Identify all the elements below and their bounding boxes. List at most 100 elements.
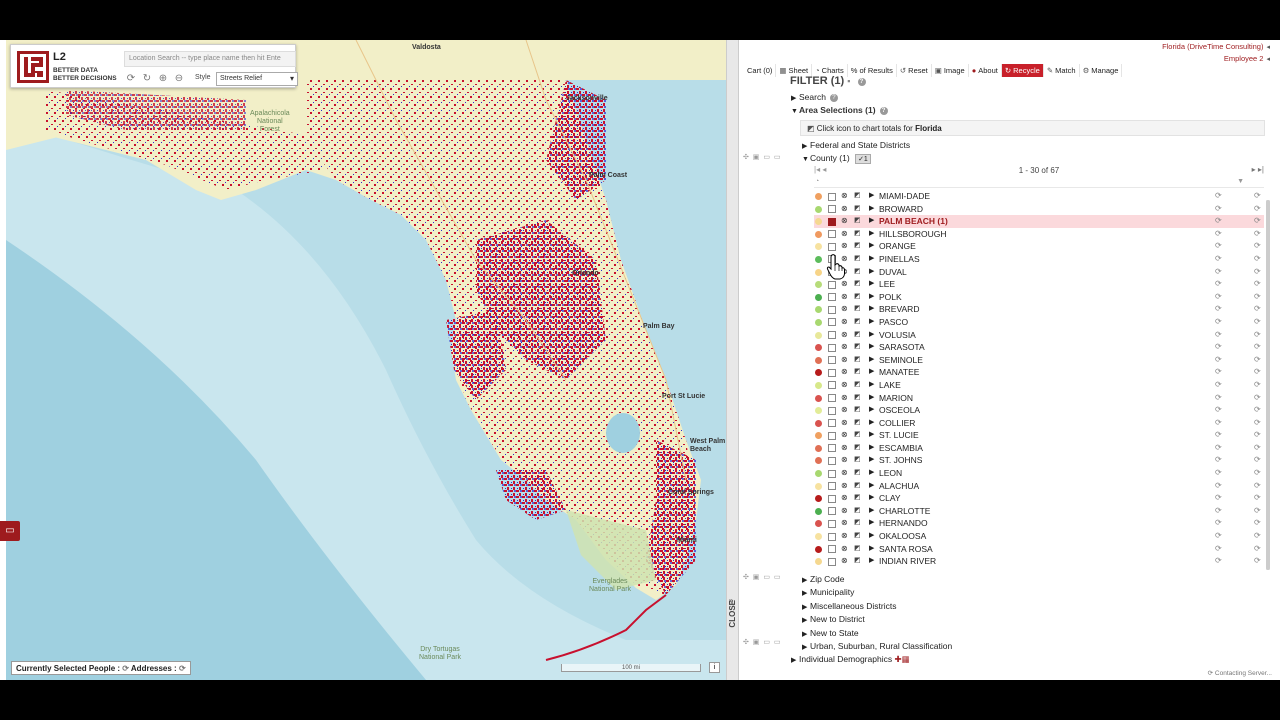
area-selections-toggle[interactable]: ▼Area Selections (1)? (791, 105, 888, 115)
filter-section-toggle[interactable]: ▶ Miscellaneous Districts (802, 601, 896, 611)
chart-icon[interactable]: ◩ (854, 190, 861, 203)
filter-section-toggle[interactable]: ▶ Urban, Suburban, Rural Classification (802, 641, 952, 651)
county-checkbox[interactable] (828, 230, 836, 239)
triangle-right-icon[interactable]: ▶ (869, 555, 874, 568)
chart-icon[interactable]: ◩ (854, 379, 861, 392)
county-checkbox[interactable] (828, 456, 836, 465)
chart-icon[interactable]: ◩ (854, 253, 861, 266)
triangle-right-icon[interactable]: ▶ (869, 379, 874, 392)
county-row[interactable]: ⊗ ◩ ▶ BROWARD ⟳ ⟳ (814, 203, 1264, 216)
triangle-right-icon[interactable]: ▶ (869, 266, 874, 279)
target-icon[interactable]: ⊗ (841, 454, 848, 467)
chart-icon[interactable]: ◩ (854, 555, 861, 568)
county-row[interactable]: ⊗ ◩ ▶ SEMINOLE ⟳ ⟳ (814, 354, 1264, 367)
help-icon[interactable]: ? (829, 94, 838, 102)
reset-view-icon[interactable]: ↻ (141, 73, 153, 85)
county-row[interactable]: ⊗ ◩ ▶ LAKE ⟳ ⟳ (814, 379, 1264, 392)
search-section-toggle[interactable]: ▶ Search? (791, 92, 838, 102)
chart-icon[interactable]: ◩ (854, 492, 861, 505)
target-icon[interactable]: ⊗ (841, 417, 848, 430)
target-icon[interactable]: ⊗ (841, 392, 848, 405)
triangle-right-icon[interactable]: ▶ (869, 505, 874, 518)
triangle-right-icon[interactable]: ▶ (869, 492, 874, 505)
filter-section-toggle[interactable]: ▶ Municipality (802, 587, 854, 597)
county-checkbox[interactable] (828, 482, 836, 491)
triangle-right-icon[interactable]: ▶ (869, 203, 874, 216)
county-checkbox[interactable] (828, 293, 836, 302)
help-icon[interactable]: ? (857, 78, 866, 86)
chart-icon[interactable]: ◩ (854, 366, 861, 379)
reset-button[interactable]: ↺ Reset (897, 64, 932, 77)
county-checkbox[interactable] (828, 205, 836, 214)
county-row[interactable]: ⊗ ◩ ▶ LEE ⟳ ⟳ (814, 278, 1264, 291)
target-icon[interactable]: ⊗ (841, 379, 848, 392)
chart-icon[interactable]: ◩ (854, 303, 861, 316)
section-tools[interactable]: ✣ ▣ ▭ ▭ (743, 638, 782, 646)
target-icon[interactable]: ⊗ (841, 228, 848, 241)
triangle-right-icon[interactable]: ▶ (869, 543, 874, 556)
county-checkbox[interactable] (828, 532, 836, 541)
target-icon[interactable]: ⊗ (841, 366, 848, 379)
map-view[interactable]: Valdosta Jacksonville Palm Coast Apalach… (6, 40, 726, 680)
help-icon[interactable]: ? (879, 107, 888, 115)
chart-icon[interactable]: ◩ (854, 240, 861, 253)
section-tools[interactable]: ✣ ▣ ▭ ▭ (743, 573, 782, 581)
county-row[interactable]: ⊗ ◩ ▶ COLLIER ⟳ ⟳ (814, 417, 1264, 430)
triangle-right-icon[interactable]: ▶ (869, 329, 874, 342)
chart-icon[interactable]: ◩ (854, 354, 861, 367)
triangle-right-icon[interactable]: ▶ (869, 291, 874, 304)
target-icon[interactable]: ⊗ (841, 354, 848, 367)
county-checkbox[interactable] (828, 394, 836, 402)
county-checkbox[interactable] (828, 356, 836, 365)
county-checkbox[interactable] (828, 192, 836, 201)
triangle-right-icon[interactable]: ▶ (869, 366, 874, 379)
triangle-right-icon[interactable]: ▶ (869, 517, 874, 530)
triangle-right-icon[interactable]: ▶ (869, 341, 874, 354)
county-checkbox[interactable] (828, 217, 836, 226)
target-icon[interactable]: ⊗ (841, 442, 848, 455)
chart-icon[interactable]: ◩ (854, 228, 861, 241)
target-icon[interactable]: ⊗ (841, 303, 848, 316)
filter-section-toggle[interactable]: ▶ New to State (802, 628, 859, 638)
chart-icon[interactable]: ◩ (854, 392, 861, 405)
triangle-right-icon[interactable]: ▶ (869, 215, 874, 228)
triangle-right-icon[interactable]: ▶ (869, 253, 874, 266)
triangle-right-icon[interactable]: ▶ (869, 467, 874, 480)
triangle-right-icon[interactable]: ▶ (869, 530, 874, 543)
county-row[interactable]: ⊗ ◩ ▶ BREVARD ⟳ ⟳ (814, 303, 1264, 316)
target-icon[interactable]: ⊗ (841, 291, 848, 304)
county-row[interactable]: ⊗ ◩ ▶ PALM BEACH (1) ⟳ ⟳ (814, 215, 1264, 228)
zoom-out-icon[interactable]: ⊖ (173, 73, 185, 85)
county-row[interactable]: ⊗ ◩ ▶ MARION ⟳ ⟳ (814, 392, 1264, 405)
county-checkbox[interactable] (828, 381, 836, 390)
chart-icon[interactable]: ◩ (854, 404, 861, 417)
target-icon[interactable]: ⊗ (841, 480, 848, 493)
map-info-button[interactable]: i (709, 662, 720, 673)
county-row[interactable]: ⊗ ◩ ▶ MANATEE ⟳ ⟳ (814, 366, 1264, 379)
county-checkbox[interactable] (828, 519, 836, 528)
county-checkbox[interactable] (828, 507, 836, 516)
target-icon[interactable]: ⊗ (841, 530, 848, 543)
county-row[interactable]: ⊗ ◩ ▶ PASCO ⟳ ⟳ (814, 316, 1264, 329)
triangle-right-icon[interactable]: ▶ (869, 404, 874, 417)
target-icon[interactable]: ⊗ (841, 203, 848, 216)
county-row[interactable]: ⊗ ◩ ▶ ST. JOHNS ⟳ ⟳ (814, 454, 1264, 467)
chart-icon[interactable]: ◩ (854, 341, 861, 354)
section-tools[interactable]: ✣ ▣ ▭ ▭ (743, 153, 782, 161)
county-checkbox[interactable] (828, 331, 836, 340)
county-row[interactable]: ⊗ ◩ ▶ CLAY ⟳ ⟳ (814, 492, 1264, 505)
individual-demographics-toggle[interactable]: ▶ Individual Demographics ✚▦ (791, 654, 910, 665)
target-icon[interactable]: ⊗ (841, 341, 848, 354)
target-icon[interactable]: ⊗ (841, 517, 848, 530)
chart-icon[interactable]: ◩ (854, 429, 861, 442)
chart-icon[interactable]: ◩ (854, 278, 861, 291)
triangle-right-icon[interactable]: ▶ (869, 392, 874, 405)
location-search-input[interactable]: Location Search -- type place name then … (124, 51, 296, 67)
triangle-right-icon[interactable]: ▶ (869, 417, 874, 430)
county-checkbox[interactable] (828, 242, 836, 251)
filter-section-toggle[interactable]: ▶ New to District (802, 614, 865, 624)
chart-icon[interactable]: ◩ (854, 517, 861, 530)
chart-icon[interactable]: ◩ (854, 417, 861, 430)
county-row[interactable]: ⊗ ◩ ▶ ESCAMBIA ⟳ ⟳ (814, 442, 1264, 455)
chart-icon[interactable]: ◩ (854, 442, 861, 455)
